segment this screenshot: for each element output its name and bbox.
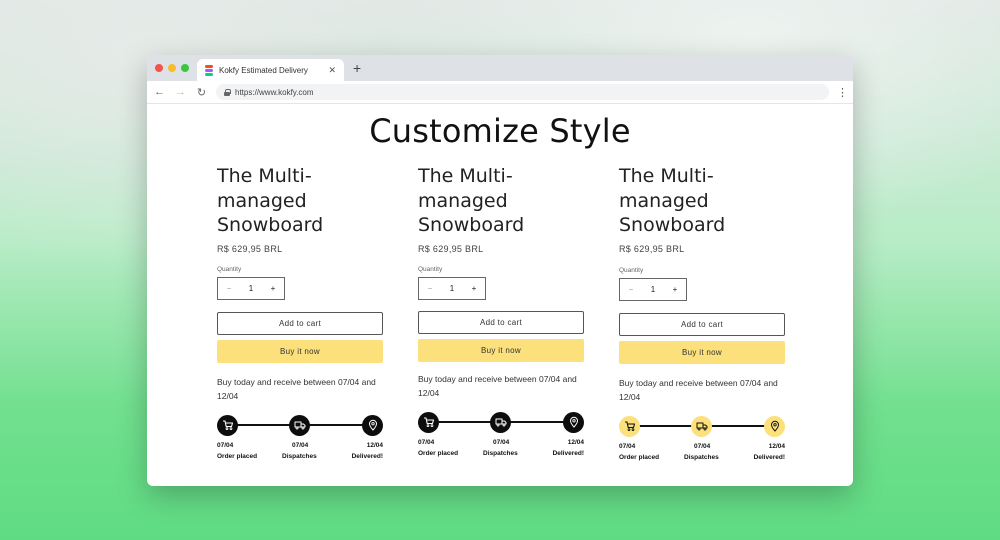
product-price: R$ 629,95 BRL bbox=[217, 243, 283, 254]
step-date: 07/04 bbox=[292, 441, 309, 449]
delivery-timeline: 07/04 Order placed 07/04 Dispatches 12/0… bbox=[418, 411, 584, 466]
address-bar[interactable]: https://www.kokfy.com bbox=[216, 84, 829, 100]
delivery-estimate-text: Buy today and receive between 07/04 and … bbox=[217, 376, 376, 401]
quantity-stepper: − 1 + bbox=[418, 276, 486, 300]
step-label: Delivered! bbox=[552, 449, 584, 457]
product-title-line: Snowboard bbox=[217, 214, 324, 236]
add-to-cart-button[interactable]: Add to cart bbox=[619, 312, 785, 336]
truck-icon bbox=[490, 411, 511, 433]
quantity-label: Quantity bbox=[619, 266, 644, 274]
delivery-estimate-text: Buy today and receive between 07/04 and … bbox=[619, 377, 778, 402]
step-date: 12/04 bbox=[768, 442, 785, 450]
product-card-2: The Multi- managed Snowboard R$ 629,95 B… bbox=[418, 164, 584, 466]
browser-window: Kokfy Estimated Delivery ✕ + ← → ↻ https… bbox=[147, 55, 853, 486]
cart-icon bbox=[217, 414, 238, 436]
quantity-stepper: − 1 + bbox=[619, 277, 687, 301]
product-title-line: managed bbox=[418, 189, 508, 212]
back-icon[interactable]: ← bbox=[153, 86, 166, 98]
figma-icon bbox=[205, 64, 213, 76]
product-price: R$ 629,95 BRL bbox=[418, 243, 484, 254]
step-label: Delivered! bbox=[753, 453, 785, 461]
product-title-line: managed bbox=[619, 189, 709, 212]
add-to-cart-button[interactable]: Add to cart bbox=[217, 311, 383, 335]
truck-icon bbox=[691, 415, 712, 437]
step-label: Delivered! bbox=[351, 452, 383, 460]
step-date: 07/04 bbox=[217, 441, 234, 449]
quantity-input[interactable]: 1 bbox=[244, 284, 258, 293]
cart-icon bbox=[418, 411, 439, 433]
quantity-decrease-button[interactable]: − bbox=[423, 284, 437, 293]
browser-toolbar: ← → ↻ https://www.kokfy.com ⋮ bbox=[147, 81, 853, 104]
step-date: 12/04 bbox=[366, 441, 383, 449]
step-label: Order placed bbox=[217, 452, 258, 460]
step-date: 07/04 bbox=[418, 438, 435, 446]
quantity-input[interactable]: 1 bbox=[646, 285, 660, 294]
delivery-timeline: 07/04 Order placed 07/04 Dispatches 12/0… bbox=[217, 414, 383, 469]
close-tab-icon[interactable]: ✕ bbox=[328, 65, 336, 76]
add-to-cart-button[interactable]: Add to cart bbox=[418, 310, 584, 334]
product-title: The Multi- managed Snowboard bbox=[418, 164, 584, 238]
quantity-input[interactable]: 1 bbox=[445, 284, 459, 293]
product-title-line: The Multi- bbox=[619, 165, 714, 187]
step-label: Order placed bbox=[418, 449, 459, 457]
minimize-window-button[interactable] bbox=[168, 64, 176, 72]
url-text[interactable]: https://www.kokfy.com bbox=[235, 88, 314, 97]
quantity-label: Quantity bbox=[418, 265, 443, 273]
step-date: 07/04 bbox=[619, 442, 636, 450]
product-title-line: Snowboard bbox=[418, 214, 525, 236]
step-date: 07/04 bbox=[493, 438, 510, 446]
forward-icon[interactable]: → bbox=[174, 86, 187, 98]
tab-title: Kokfy Estimated Delivery bbox=[219, 65, 308, 75]
quantity-increase-button[interactable]: + bbox=[266, 284, 280, 293]
location-pin-icon bbox=[362, 414, 383, 436]
step-label: Dispatches bbox=[483, 449, 518, 457]
product-title: The Multi- managed Snowboard bbox=[217, 164, 383, 238]
location-pin-icon bbox=[764, 415, 785, 437]
buy-now-button[interactable]: Buy it now bbox=[217, 339, 383, 363]
step-label: Dispatches bbox=[282, 452, 317, 460]
step-label: Dispatches bbox=[684, 453, 719, 461]
page-title: Customize Style bbox=[369, 112, 631, 150]
quantity-decrease-button[interactable]: − bbox=[624, 285, 638, 294]
product-price: R$ 629,95 BRL bbox=[619, 243, 685, 254]
step-date: 07/04 bbox=[694, 442, 711, 450]
product-title: The Multi- managed Snowboard bbox=[619, 164, 785, 238]
browser-tab[interactable]: Kokfy Estimated Delivery ✕ bbox=[197, 59, 344, 81]
product-title-line: The Multi- bbox=[418, 165, 513, 187]
step-label: Order placed bbox=[619, 453, 660, 461]
product-title-line: Snowboard bbox=[619, 214, 726, 236]
location-pin-icon bbox=[563, 411, 584, 433]
new-tab-button[interactable]: + bbox=[353, 60, 361, 76]
step-date: 12/04 bbox=[567, 438, 584, 446]
buy-now-button[interactable]: Buy it now bbox=[619, 340, 785, 364]
cart-icon bbox=[619, 415, 640, 437]
delivery-timeline: 07/04 Order placed 07/04 Dispatches 12/0… bbox=[619, 415, 785, 470]
product-card-1: The Multi- managed Snowboard R$ 629,95 B… bbox=[217, 164, 383, 469]
product-title-line: The Multi- bbox=[217, 165, 312, 187]
browser-menu-icon[interactable]: ⋮ bbox=[837, 86, 848, 99]
truck-icon bbox=[289, 414, 310, 436]
quantity-increase-button[interactable]: + bbox=[467, 284, 481, 293]
buy-now-button[interactable]: Buy it now bbox=[418, 338, 584, 362]
product-title-line: managed bbox=[217, 189, 307, 212]
quantity-label: Quantity bbox=[217, 265, 242, 273]
page-content: Customize Style The Multi- managed Snowb… bbox=[147, 104, 853, 486]
quantity-stepper: − 1 + bbox=[217, 276, 285, 300]
product-card-3: The Multi- managed Snowboard R$ 629,95 B… bbox=[619, 164, 785, 470]
maximize-window-button[interactable] bbox=[181, 64, 189, 72]
lock-icon bbox=[224, 88, 231, 96]
reload-icon[interactable]: ↻ bbox=[195, 86, 208, 99]
quantity-increase-button[interactable]: + bbox=[668, 285, 682, 294]
close-window-button[interactable] bbox=[155, 64, 163, 72]
delivery-estimate-text: Buy today and receive between 07/04 and … bbox=[418, 373, 577, 398]
tab-bar: Kokfy Estimated Delivery ✕ + bbox=[147, 55, 853, 81]
quantity-decrease-button[interactable]: − bbox=[222, 284, 236, 293]
